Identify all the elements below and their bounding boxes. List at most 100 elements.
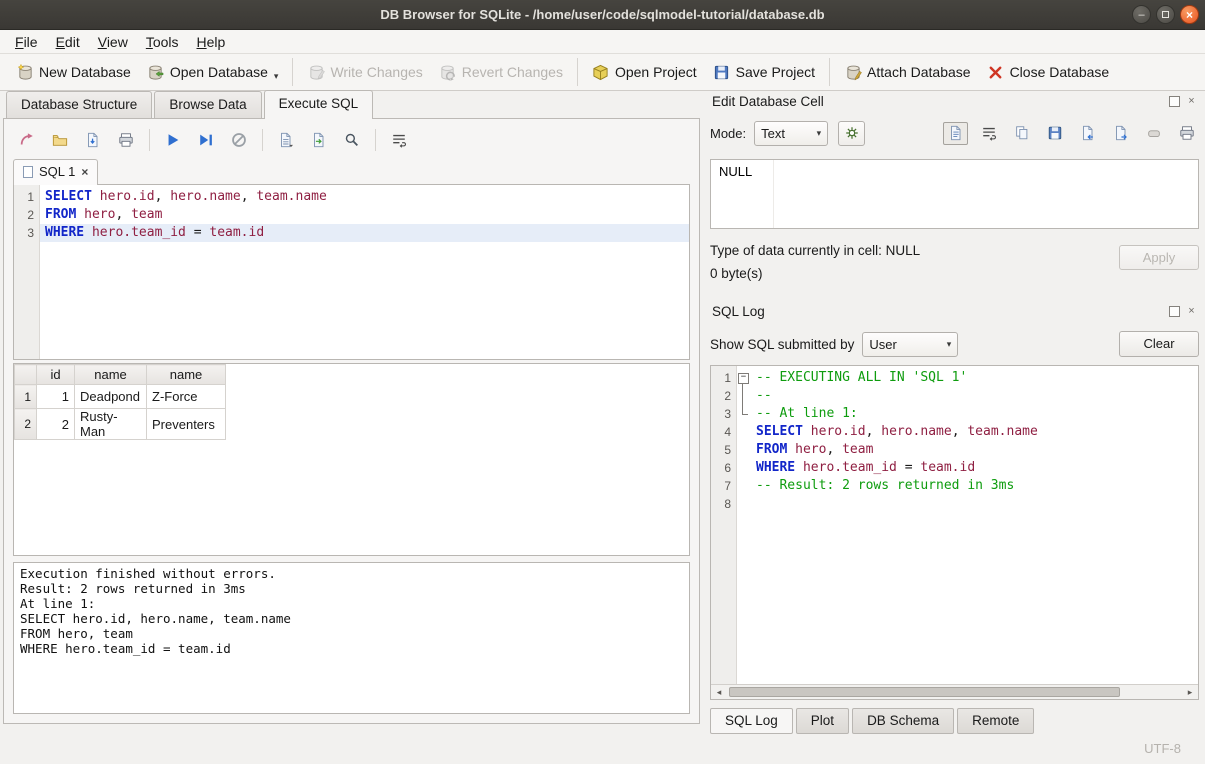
save-sql-file-icon[interactable] xyxy=(81,128,105,152)
message-line: WHERE hero.team_id = team.id xyxy=(20,641,683,656)
tab-execute-sql[interactable]: Execute SQL xyxy=(264,90,374,119)
column-header-id[interactable]: id xyxy=(37,365,75,385)
column-header-name[interactable]: name xyxy=(147,365,226,385)
mode-select[interactable]: Text ▾ xyxy=(754,121,828,146)
cell[interactable]: Rusty-Man xyxy=(75,409,147,440)
save-project-button[interactable]: Save Project xyxy=(705,59,823,85)
menu-file[interactable]: File xyxy=(6,31,47,53)
titlebar[interactable]: DB Browser for SQLite - /home/user/code/… xyxy=(0,0,1205,30)
copy-icon[interactable] xyxy=(1009,122,1034,145)
revert-changes-label: Revert Changes xyxy=(462,64,563,80)
log-fold-column xyxy=(737,366,751,684)
cell[interactable]: Deadpond xyxy=(75,385,147,409)
float-icon[interactable] xyxy=(1169,96,1180,107)
menu-tools[interactable]: Tools xyxy=(137,31,188,53)
open-database-button[interactable]: Open Database▾ xyxy=(139,59,287,86)
tab-browse-data[interactable]: Browse Data xyxy=(154,91,261,118)
message-pane: Execution finished without errors.Result… xyxy=(13,562,690,714)
save-icon[interactable] xyxy=(1042,122,1067,145)
open-project-button[interactable]: Open Project xyxy=(584,59,705,85)
fold-cell xyxy=(737,387,751,405)
print-icon[interactable] xyxy=(114,128,138,152)
import-icon[interactable] xyxy=(1075,122,1100,145)
cell[interactable]: Z-Force xyxy=(147,385,226,409)
fold-toggle-icon[interactable] xyxy=(737,369,751,387)
column-header-name[interactable]: name xyxy=(75,365,147,385)
scroll-right-icon[interactable]: ▸ xyxy=(1182,685,1198,699)
results-grid: idnamename11DeadpondZ-Force22Rusty-ManPr… xyxy=(14,364,226,440)
tab-sql-log[interactable]: SQL Log xyxy=(710,708,793,734)
minimize-button[interactable]: – xyxy=(1132,5,1151,24)
log-line: -- At line 1: xyxy=(751,405,1198,423)
close-button[interactable]: × xyxy=(1180,5,1199,24)
open-database-icon xyxy=(147,63,165,81)
new-database-button[interactable]: New Database xyxy=(8,59,139,85)
editor-code[interactable]: SELECT hero.id, hero.name, team.nameFROM… xyxy=(40,185,689,359)
close-icon[interactable]: × xyxy=(1186,96,1197,107)
fold-cell xyxy=(737,423,751,441)
cell[interactable]: Preventers xyxy=(147,409,226,440)
revert-changes-button: Revert Changes xyxy=(431,59,571,85)
toolbar-separator xyxy=(375,129,376,151)
print-icon[interactable] xyxy=(1174,122,1199,145)
dock-controls: × xyxy=(1169,306,1197,317)
write-changes-label: Write Changes xyxy=(330,64,422,80)
filter-value: User xyxy=(869,337,896,352)
close-database-button[interactable]: Close Database xyxy=(979,59,1118,85)
tab-db-schema[interactable]: DB Schema xyxy=(852,708,954,734)
scroll-left-icon[interactable]: ◂ xyxy=(711,685,727,699)
float-icon[interactable] xyxy=(1169,306,1180,317)
cell-editor[interactable]: NULL xyxy=(710,159,1199,229)
sql-tab[interactable]: SQL 1 × xyxy=(13,159,98,185)
execute-line-icon[interactable] xyxy=(194,128,218,152)
close-icon[interactable]: × xyxy=(1186,306,1197,317)
menu-edit[interactable]: Edit xyxy=(47,31,89,53)
tab-plot[interactable]: Plot xyxy=(796,708,849,734)
maximize-button[interactable] xyxy=(1156,5,1175,24)
sql-editor[interactable]: 123 SELECT hero.id, hero.name, team.name… xyxy=(13,184,690,360)
submitted-by-select[interactable]: User ▾ xyxy=(862,332,958,357)
scrollbar-thumb[interactable] xyxy=(729,687,1120,697)
close-database-icon xyxy=(987,63,1005,81)
dropdown-arrow-icon[interactable]: ▾ xyxy=(274,71,279,82)
cell[interactable]: 1 xyxy=(37,385,75,409)
menu-view[interactable]: View xyxy=(89,31,137,53)
line-number: 1 xyxy=(14,188,39,206)
export-results-icon[interactable] xyxy=(274,128,298,152)
row-number[interactable]: 1 xyxy=(15,385,37,409)
mode-label: Mode: xyxy=(710,126,746,141)
open-sql-file-icon[interactable] xyxy=(48,128,72,152)
clear-button[interactable]: Clear xyxy=(1119,331,1199,357)
tab-remote[interactable]: Remote xyxy=(957,708,1034,734)
scrollbar-track[interactable] xyxy=(727,685,1182,699)
new-tab-icon[interactable] xyxy=(15,128,39,152)
line-number: 3 xyxy=(14,224,39,242)
attach-database-button[interactable]: Attach Database xyxy=(836,59,979,85)
message-line: SELECT hero.id, hero.name, team.name xyxy=(20,611,683,626)
text-mode-icon[interactable] xyxy=(943,122,968,145)
word-wrap-icon[interactable] xyxy=(387,128,411,152)
execute-all-icon[interactable] xyxy=(161,128,185,152)
fold-cell xyxy=(737,441,751,459)
cell[interactable]: 2 xyxy=(37,409,75,440)
auto-switch-mode-button[interactable] xyxy=(838,121,865,146)
row-number[interactable]: 2 xyxy=(15,409,37,440)
menu-help[interactable]: Help xyxy=(188,31,235,53)
horizontal-scrollbar[interactable]: ◂ ▸ xyxy=(711,684,1198,699)
find-replace-icon[interactable] xyxy=(340,128,364,152)
tab-database-structure[interactable]: Database Structure xyxy=(6,91,152,118)
log-view[interactable]: 12345678 -- EXECUTING ALL IN 'SQL 1'----… xyxy=(711,366,1198,684)
code-line: SELECT hero.id, hero.name, team.name xyxy=(40,188,689,206)
word-wrap-icon[interactable] xyxy=(976,122,1001,145)
open-project-icon xyxy=(592,63,610,81)
line-number: 6 xyxy=(711,459,736,477)
apply-button[interactable]: Apply xyxy=(1119,245,1199,270)
export-icon[interactable] xyxy=(1108,122,1133,145)
set-null-icon[interactable] xyxy=(1141,122,1166,145)
code-line: FROM hero, team xyxy=(40,206,689,224)
fold-cell xyxy=(737,495,751,513)
close-tab-icon[interactable]: × xyxy=(81,165,88,179)
revert-changes-icon xyxy=(439,63,457,81)
save-results-icon[interactable] xyxy=(307,128,331,152)
stop-icon xyxy=(227,128,251,152)
